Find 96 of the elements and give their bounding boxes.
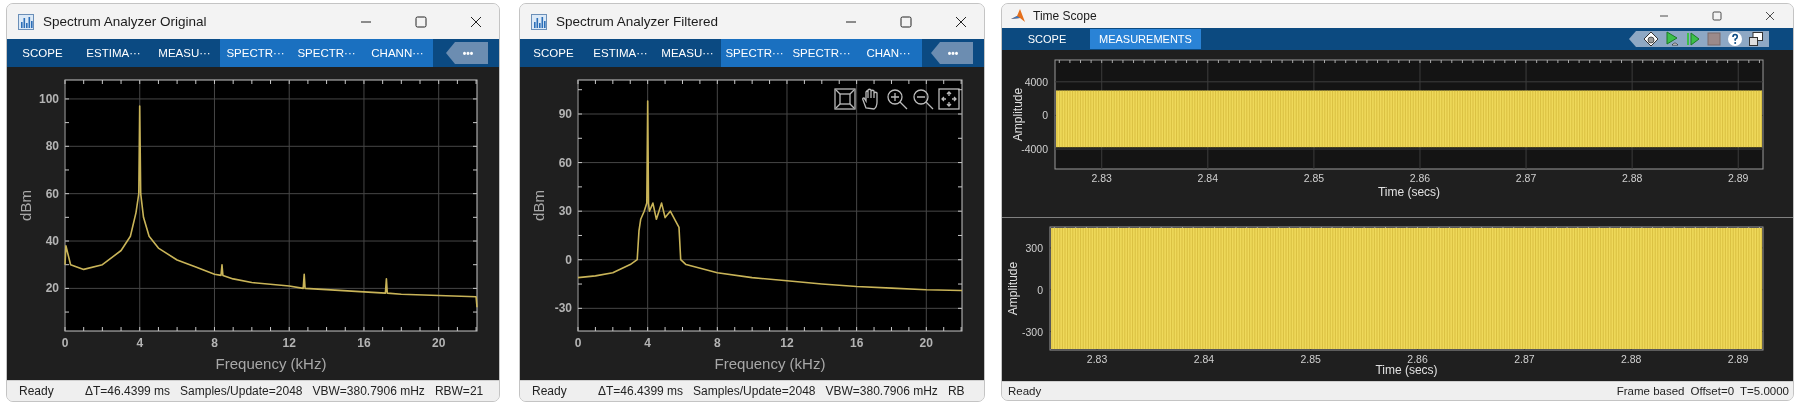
axis-tick-label: 90: [558, 107, 572, 121]
axis-tick-label: 100: [38, 91, 59, 106]
autoscale-icon[interactable]: [938, 88, 960, 110]
axis-tick-label: 20: [919, 336, 933, 350]
axis-tick-label: 12: [282, 336, 296, 350]
window-title: Time Scope: [1033, 9, 1098, 23]
toolbar-tab[interactable]: SPECTR···: [788, 39, 855, 67]
toolbar-tab[interactable]: ESTIMA···: [587, 39, 654, 67]
axis-tick-label: 2.88: [1621, 172, 1643, 184]
axis-title: Frequency (kHz): [714, 355, 826, 372]
window-title: Spectrum Analyzer Original: [43, 14, 208, 29]
axis-tick-label: 2.89: [1727, 353, 1749, 365]
axis-tick-label: 40: [45, 234, 59, 248]
axis-tick-label: -30: [554, 301, 572, 316]
step-forward-icon[interactable]: [1685, 31, 1701, 47]
axis-tick-label: 4000: [1024, 75, 1048, 88]
toolbar-tab[interactable]: CHANN···: [362, 39, 433, 67]
toolbar-tab[interactable]: SCOPE: [1004, 28, 1090, 50]
status-text: T=5.0000: [1740, 385, 1789, 397]
axis-tick-label: 0: [61, 336, 69, 350]
axis-tick-label: 2.85: [1300, 353, 1321, 365]
toolbar-tab[interactable]: SCOPE: [520, 39, 587, 67]
axis-tick-label: 16: [357, 336, 371, 350]
axis-tick-label: 12: [780, 336, 794, 350]
toolbar-tab[interactable]: CHAN···: [855, 39, 922, 67]
status-text: ΔT=46.4399 ms: [598, 384, 684, 398]
window-title: Spectrum Analyzer Filtered: [556, 14, 720, 29]
fit-to-view-icon[interactable]: [834, 88, 856, 110]
help-icon[interactable]: [1727, 31, 1743, 47]
status-text: Frame based: [1616, 385, 1685, 397]
axis-title: dBm: [530, 190, 547, 221]
axis-title: Amplitude: [1011, 87, 1025, 142]
axis-tick-label: 2.83: [1086, 353, 1108, 365]
axis-tick-label: 8: [211, 336, 218, 350]
run-icon[interactable]: [1664, 31, 1680, 47]
axis-tick-label: 16: [849, 336, 864, 350]
toolbar-tab[interactable]: SPECTR···: [721, 39, 788, 67]
axis-title: dBm: [17, 190, 34, 221]
status-text: RB: [947, 384, 965, 398]
axis-tick-label: 30: [558, 204, 572, 219]
axis-tick-label: 20: [432, 336, 446, 350]
toolbar-tab[interactable]: SPECTR···: [291, 39, 362, 67]
axis-tick-label: 60: [558, 155, 572, 170]
triangle-logo-icon: [1010, 8, 1026, 24]
toolbar-tab[interactable]: SPECTR···: [220, 39, 291, 67]
toolbar-tab[interactable]: MEASU···: [654, 39, 721, 67]
axis-tick-label: 4: [136, 336, 144, 350]
axis-tick-label: 80: [45, 139, 59, 154]
status-text: VBW=380.7906 mHz: [825, 384, 938, 398]
toolbar-tab[interactable]: ESTIMA···: [78, 39, 149, 67]
toolbar-tab[interactable]: MEASUREMENTS: [1090, 29, 1201, 49]
zoom-in-icon[interactable]: [886, 88, 908, 110]
axis-tick-label: -300: [1022, 325, 1043, 338]
axis-tick-label: -4000: [1021, 143, 1048, 156]
toolbar-tab[interactable]: MEASU···: [149, 39, 220, 67]
axis-tick-label: 2.85: [1303, 172, 1325, 184]
status-text: Ready: [532, 384, 568, 398]
axis-tick-label: 2.84: [1197, 172, 1219, 184]
status-text: Offset=0: [1690, 385, 1735, 397]
diamond-gear-icon[interactable]: [1643, 31, 1659, 47]
status-text: Samples/Update=2048: [693, 384, 816, 398]
bar-chart-icon: [531, 13, 547, 30]
axis-tick-label: 2.87: [1514, 353, 1535, 365]
axis-tick-label: 20: [45, 281, 59, 296]
axis-title: Time (secs): [1377, 185, 1441, 199]
axis-tick-label: 4: [644, 336, 651, 350]
stop-icon[interactable]: [1706, 31, 1722, 47]
status-text: RBW=21: [434, 384, 484, 398]
axis-tick-label: 2.88: [1621, 353, 1642, 365]
axis-tick-label: 2.83: [1091, 172, 1112, 184]
status-text: Samples/Update=2048: [180, 384, 303, 398]
axis-tick-label: 2.86: [1407, 353, 1428, 365]
bar-chart-icon: [18, 13, 34, 30]
axis-tick-label: 2.84: [1193, 353, 1215, 365]
axis-title: Amplitude: [1006, 261, 1020, 316]
axis-tick-label: 2.86: [1409, 172, 1431, 184]
axis-tick-label: 0: [1037, 283, 1043, 296]
status-text: ΔT=46.4399 ms: [85, 384, 171, 398]
more-button[interactable]: •••: [446, 42, 488, 64]
axis-tick-label: 8: [714, 336, 721, 350]
axis-tick-label: 300: [1025, 241, 1043, 254]
axis-title: Frequency (kHz): [215, 355, 327, 372]
axis-tick-label: 60: [45, 186, 59, 201]
status-text: VBW=380.7906 mHz: [312, 384, 425, 398]
axis-title: Time (secs): [1375, 363, 1438, 377]
axis-tick-label: 0: [574, 336, 582, 350]
toolbar-tab[interactable]: SCOPE: [7, 39, 78, 67]
zoom-out-icon[interactable]: [912, 88, 934, 110]
status-text: Ready: [1008, 385, 1043, 397]
status-text: Ready: [19, 384, 55, 398]
axis-tick-label: 0: [565, 252, 572, 267]
axis-tick-label: 2.87: [1515, 172, 1537, 184]
axis-tick-label: 2.89: [1728, 172, 1749, 184]
more-button[interactable]: •••: [931, 42, 973, 64]
axis-tick-label: 0: [1042, 109, 1048, 122]
undock-icon[interactable]: [1748, 31, 1764, 47]
